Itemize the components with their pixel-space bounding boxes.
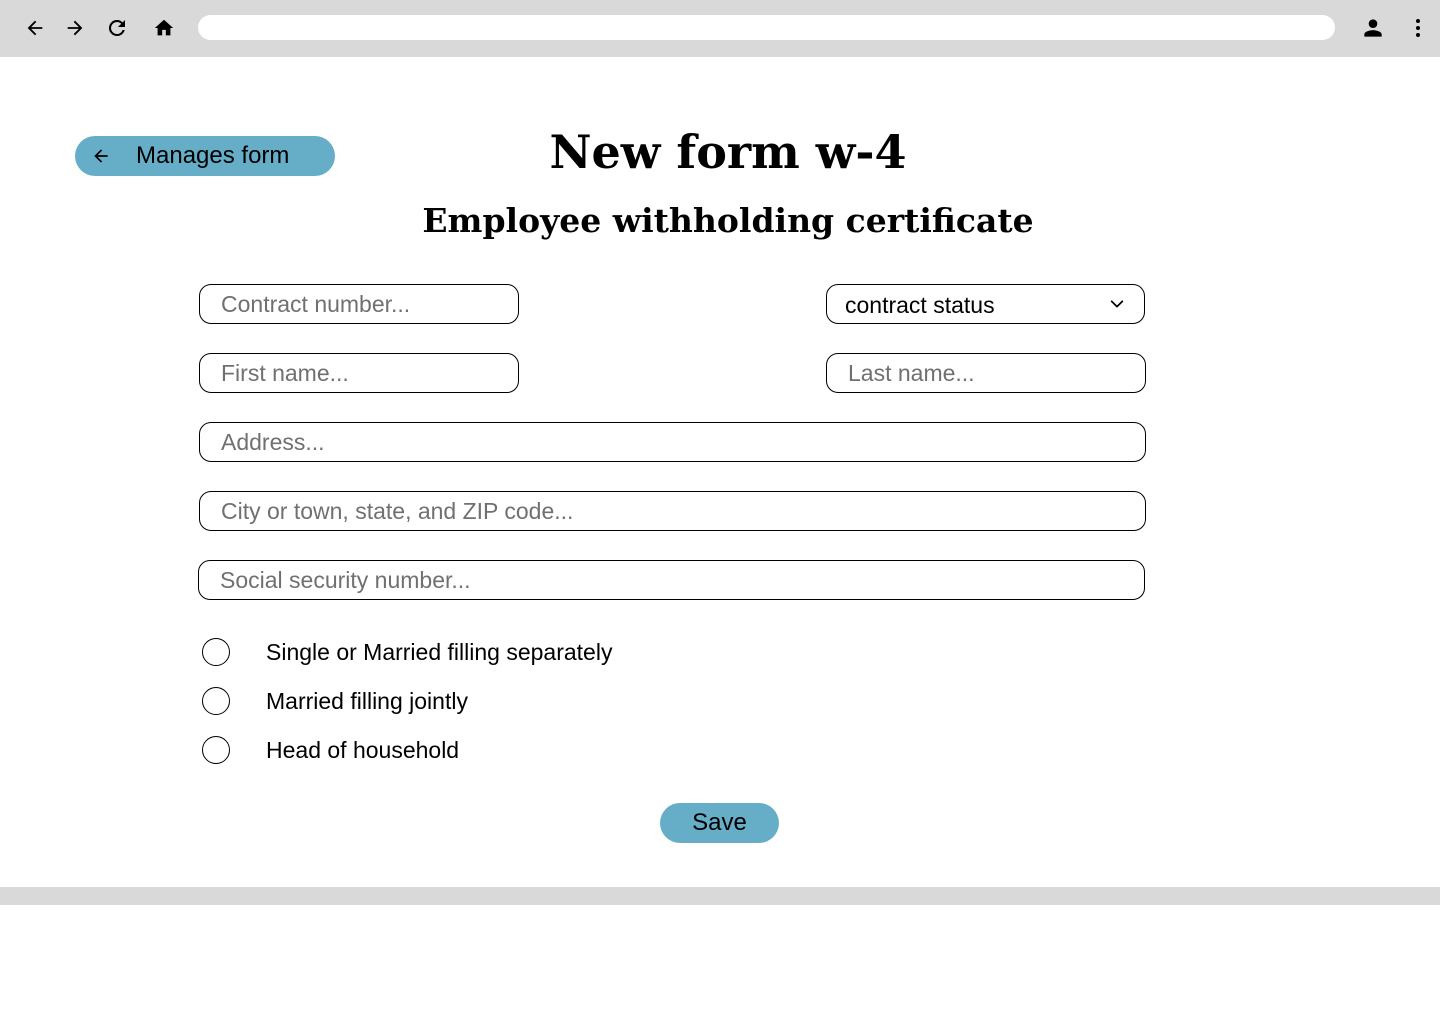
radio-button[interactable] (202, 638, 230, 666)
account-icon[interactable] (1359, 14, 1387, 42)
browser-toolbar (0, 0, 1440, 57)
filing-status-label: Married filling jointly (266, 688, 468, 714)
contract-number-input[interactable] (199, 284, 519, 324)
contract-status-label: contract status (845, 292, 995, 318)
radio-button[interactable] (202, 687, 230, 715)
back-arrow-icon[interactable] (21, 14, 49, 42)
filing-status-label: Single or Married filling separately (266, 639, 613, 665)
filing-status-option-head-of-household[interactable]: Head of household (202, 736, 802, 768)
reload-icon[interactable] (103, 14, 131, 42)
filing-status-label: Head of household (266, 737, 460, 763)
first-name-input[interactable] (199, 353, 519, 393)
home-icon[interactable] (150, 14, 178, 42)
address-input[interactable] (199, 422, 1146, 462)
contract-status-select[interactable]: contract status (826, 284, 1145, 324)
city-state-zip-input[interactable] (199, 491, 1146, 531)
last-name-input[interactable] (826, 353, 1146, 393)
page-title: New form w-4 (549, 125, 907, 179)
social-security-number-input[interactable] (198, 560, 1145, 600)
page-subtitle: Employee withholding certificate (422, 201, 1034, 240)
more-vert-icon[interactable] (1404, 14, 1432, 42)
save-button[interactable]: Save (660, 803, 779, 843)
radio-button[interactable] (202, 736, 230, 764)
chevron-down-icon (1110, 300, 1124, 308)
forward-arrow-icon[interactable] (61, 14, 89, 42)
filing-status-option-single[interactable]: Single or Married filling separately (202, 638, 802, 670)
bottom-scrollbar[interactable] (0, 887, 1440, 905)
address-bar[interactable] (198, 15, 1335, 40)
filing-status-option-married-jointly[interactable]: Married filling jointly (202, 687, 802, 719)
